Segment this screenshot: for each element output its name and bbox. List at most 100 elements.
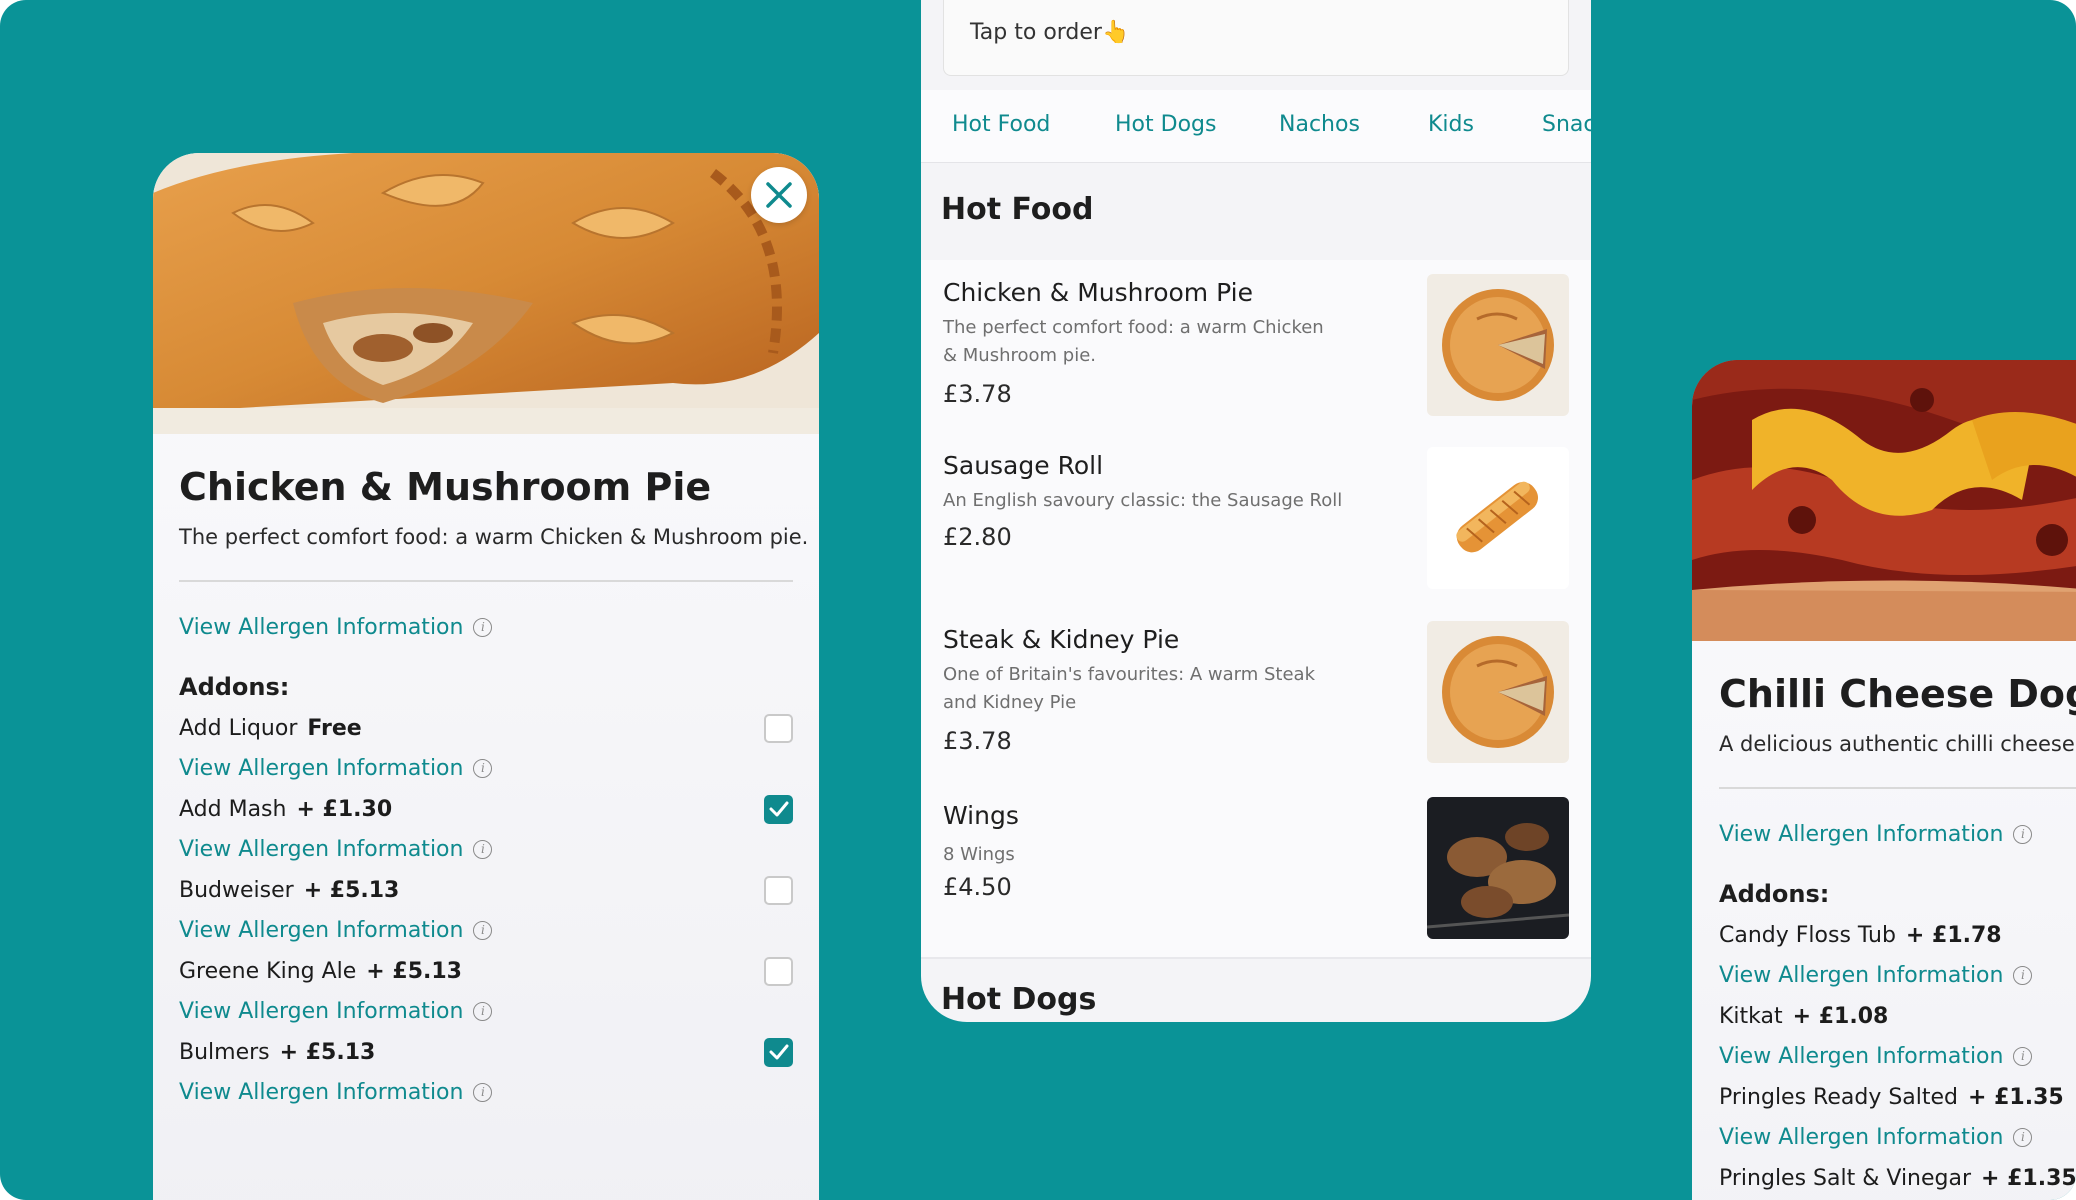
allergen-link-label: View Allergen Information: [1719, 1125, 2004, 1150]
order-prompt: Tap to order👆: [970, 20, 1130, 45]
checkmark-icon: [769, 801, 788, 817]
addon-price: + £1.35: [1968, 1084, 2064, 1110]
addon-row[interactable]: Bulmers + £5.13: [179, 1033, 793, 1071]
allergen-link-label: View Allergen Information: [1719, 822, 2004, 847]
addon-checkbox-checked[interactable]: [764, 794, 793, 824]
allergen-link[interactable]: View Allergen Information i: [179, 1071, 793, 1114]
addons-list: Add Liquor Free View Allergen Information…: [179, 709, 793, 1114]
info-icon: i: [473, 1002, 493, 1021]
addon-name: Add Mash + £1.30: [179, 796, 393, 822]
allergen-link[interactable]: View Allergen Information i: [179, 747, 793, 790]
addon-name: Add Liquor Free: [179, 715, 362, 741]
pie-hero-image: [153, 153, 819, 434]
allergen-link-label: View Allergen Information: [179, 837, 464, 862]
addon-price: + £1.30: [296, 796, 393, 822]
menu-item[interactable]: Wings 8 Wings £4.50: [921, 783, 1591, 959]
addons-list: Candy Floss Tub + £1.78 View Allergen Inf…: [1719, 916, 2076, 1197]
menu-item-name: Chicken & Mushroom Pie: [943, 278, 1253, 307]
item-detail-modal-left: Chicken & Mushroom Pie The perfect comfo…: [153, 153, 819, 1200]
info-icon: i: [473, 840, 493, 859]
checkmark-icon: [769, 1044, 788, 1060]
addon-name: Kitkat + £1.08: [1719, 1003, 1889, 1029]
tab-snacks[interactable]: Snacks: [1542, 112, 1591, 137]
item-detail-modal-right: Chilli Cheese Dog A delicious authentic …: [1692, 360, 2076, 1200]
addons-heading: Addons:: [1719, 880, 1830, 908]
addon-row[interactable]: Greene King Ale + £5.13: [179, 952, 793, 990]
addon-row[interactable]: Kitkat + £1.08: [1719, 997, 2076, 1035]
menu-screen: Tap to order👆 Hot Food Hot Dogs Nachos K…: [921, 0, 1591, 1022]
menu-item-price: £3.78: [943, 380, 1012, 408]
item-description: The perfect comfort food: a warm Chicken…: [179, 525, 809, 549]
tab-hot-food[interactable]: Hot Food: [952, 112, 1050, 137]
allergen-link-label: View Allergen Information: [179, 1080, 464, 1105]
addon-row[interactable]: Add Mash + £1.30: [179, 790, 793, 828]
menu-item[interactable]: Steak & Kidney Pie One of Britain's favo…: [921, 607, 1591, 785]
addon-price: + £1.78: [1905, 922, 2002, 948]
menu-item-price: £3.78: [943, 727, 1012, 755]
addon-checkbox[interactable]: [764, 875, 793, 905]
addon-price: + £5.13: [279, 1039, 376, 1065]
addon-checkbox-checked[interactable]: [764, 1037, 793, 1067]
info-icon: i: [2013, 966, 2033, 985]
menu-item-price: £2.80: [943, 523, 1012, 551]
info-icon: i: [473, 1083, 493, 1102]
addon-name: Greene King Ale + £5.13: [179, 958, 462, 984]
menu-item[interactable]: Chicken & Mushroom Pie The perfect comfo…: [921, 260, 1591, 435]
category-tabbar: Hot Food Hot Dogs Nachos Kids Snacks: [921, 90, 1591, 163]
allergen-link[interactable]: View Allergen Information i: [1719, 954, 2076, 997]
addon-name: Bulmers + £5.13: [179, 1039, 376, 1065]
addon-checkbox[interactable]: [764, 956, 793, 986]
addon-price: + £5.13: [366, 958, 462, 984]
addon-price: Free: [307, 715, 362, 741]
addon-row[interactable]: Add Liquor Free: [179, 709, 793, 747]
addon-row[interactable]: Pringles Ready Salted + £1.35: [1719, 1078, 2076, 1116]
allergen-link[interactable]: View Allergen Information i: [1719, 1035, 2076, 1078]
allergen-link[interactable]: View Allergen Information i: [1719, 822, 2033, 847]
divider: [179, 580, 793, 582]
addon-price: + £1.08: [1792, 1003, 1889, 1029]
addon-checkbox[interactable]: [764, 713, 793, 743]
menu-item-description: The perfect comfort food: a warm Chicken…: [943, 317, 1324, 366]
pie-thumbnail: [1427, 621, 1569, 763]
info-icon: i: [2013, 1047, 2033, 1066]
menu-item-price: £4.50: [943, 873, 1012, 901]
menu-item-description: An English savoury classic: the Sausage …: [943, 490, 1343, 511]
allergen-link[interactable]: View Allergen Information i: [179, 828, 793, 871]
addons-heading: Addons:: [179, 673, 290, 701]
section-heading-hot-dogs: Hot Dogs: [941, 982, 1097, 1017]
addon-price: + £5.13: [303, 877, 400, 903]
chilli-dog-hero-image: [1692, 360, 2076, 641]
background-stage: Chicken & Mushroom Pie The perfect comfo…: [0, 0, 2076, 1200]
menu-item-description: 8 Wings: [943, 844, 1015, 865]
addon-row[interactable]: Budweiser + £5.13: [179, 871, 793, 909]
pie-thumbnail: [1427, 274, 1569, 416]
allergen-link[interactable]: View Allergen Information i: [179, 909, 793, 952]
allergen-link-label: View Allergen Information: [1719, 1044, 2004, 1069]
menu-item-name: Steak & Kidney Pie: [943, 625, 1180, 654]
tab-kids[interactable]: Kids: [1428, 112, 1474, 137]
addon-price: + £1.35: [1981, 1165, 2076, 1191]
section-heading-hot-food: Hot Food: [941, 192, 1094, 227]
close-icon: [766, 182, 792, 208]
allergen-link[interactable]: View Allergen Information i: [179, 615, 493, 640]
menu-item-description: One of Britain's favourites: A warm Stea…: [943, 664, 1316, 713]
info-icon: i: [2013, 825, 2033, 844]
addon-name: Budweiser + £5.13: [179, 877, 400, 903]
allergen-link[interactable]: View Allergen Information i: [179, 990, 793, 1033]
order-prompt-box[interactable]: Tap to order👆: [943, 0, 1569, 76]
tab-hot-dogs[interactable]: Hot Dogs: [1115, 112, 1216, 137]
menu-item-name: Wings: [943, 801, 1019, 830]
allergen-link-label: View Allergen Information: [179, 615, 464, 640]
close-button[interactable]: [751, 167, 807, 223]
info-icon: i: [473, 618, 493, 637]
wings-thumbnail: [1427, 797, 1569, 939]
allergen-link[interactable]: View Allergen Information i: [1719, 1116, 2076, 1159]
addon-row[interactable]: Candy Floss Tub + £1.78: [1719, 916, 2076, 954]
item-title: Chilli Cheese Dog: [1719, 672, 2076, 716]
divider: [1719, 787, 2076, 789]
menu-item[interactable]: Sausage Roll An English savoury classic:…: [921, 433, 1591, 609]
tab-nachos[interactable]: Nachos: [1279, 112, 1360, 137]
addon-row[interactable]: Pringles Salt & Vinegar + £1.35: [1719, 1159, 2076, 1197]
item-description: A delicious authentic chilli cheese H: [1719, 732, 2076, 756]
allergen-link-label: View Allergen Information: [1719, 963, 2004, 988]
